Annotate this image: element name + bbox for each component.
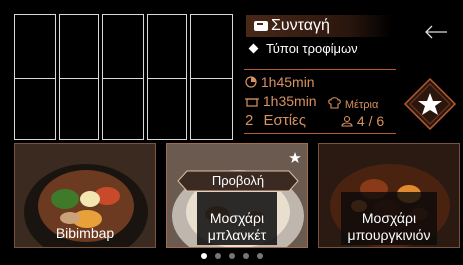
cook-time: 1h35min — [245, 93, 317, 109]
difficulty: Μέτρια — [328, 95, 378, 111]
chef-hat-icon — [328, 97, 341, 109]
servings-value: 2 — [245, 112, 254, 129]
star-icon[interactable] — [289, 152, 301, 164]
card-label: Bibimbap — [55, 225, 115, 241]
back-button[interactable] — [424, 23, 448, 43]
grid-cell[interactable] — [147, 78, 187, 140]
grid-cell[interactable] — [14, 78, 56, 140]
page-dot[interactable] — [214, 253, 221, 259]
recipe-book-icon — [254, 21, 268, 31]
total-time-value: 1h45min — [260, 74, 315, 90]
grid-cell[interactable] — [102, 78, 144, 140]
grid-cell[interactable] — [190, 14, 233, 87]
favorite-button[interactable] — [402, 76, 458, 132]
total-time: 1h45min — [245, 74, 315, 90]
back-arrow-icon — [425, 25, 447, 39]
page-dot[interactable] — [200, 253, 207, 259]
recipe-card-bibimbap[interactable]: Bibimbap — [14, 143, 156, 248]
grid-cell[interactable] — [59, 14, 99, 87]
recipe-card-bourguignon[interactable]: Μοσχάρι μπουργκινιόν — [318, 143, 460, 248]
grid-cell[interactable] — [14, 14, 56, 87]
grid-cell[interactable] — [147, 14, 187, 87]
grid-cell[interactable] — [102, 14, 144, 87]
pot-icon — [245, 98, 259, 107]
page-dot[interactable] — [228, 253, 235, 259]
food-types-button[interactable]: Τύποι τροφίμων — [248, 41, 358, 56]
clock-icon — [245, 76, 257, 88]
food-types-label: Τύποι τροφίμων — [266, 41, 358, 56]
grid-cell[interactable] — [59, 78, 99, 140]
person-icon — [341, 115, 353, 127]
card-label: Μοσχάρι μπουργκινιόν — [341, 192, 437, 245]
divider — [244, 69, 396, 70]
view-button[interactable]: Προβολή — [177, 170, 299, 192]
page-dot[interactable] — [256, 253, 263, 259]
servings: 2 Εστίες — [245, 112, 306, 129]
page-dot[interactable] — [242, 253, 249, 259]
pagination — [0, 253, 463, 259]
page-title: Συνταγή — [271, 17, 330, 34]
servings-unit: Εστίες — [263, 112, 306, 129]
view-button-label: Προβολή — [211, 173, 265, 188]
difficulty-value: Μέτρια — [344, 99, 379, 111]
diamond-icon — [248, 43, 259, 54]
divider — [244, 133, 396, 134]
card-label: Μοσχάρι μπλανκέτ — [197, 192, 277, 245]
recipe-header: Συνταγή — [246, 15, 392, 37]
grid-cell[interactable] — [190, 78, 233, 140]
star-icon — [403, 77, 457, 131]
cook-time-value: 1h35min — [262, 93, 317, 109]
step-counter: 4 / 6 — [341, 113, 384, 129]
step-value: 4 / 6 — [356, 113, 385, 129]
recipe-card-blanquette[interactable]: Προβολή Μοσχάρι μπλανκέτ — [166, 143, 308, 248]
